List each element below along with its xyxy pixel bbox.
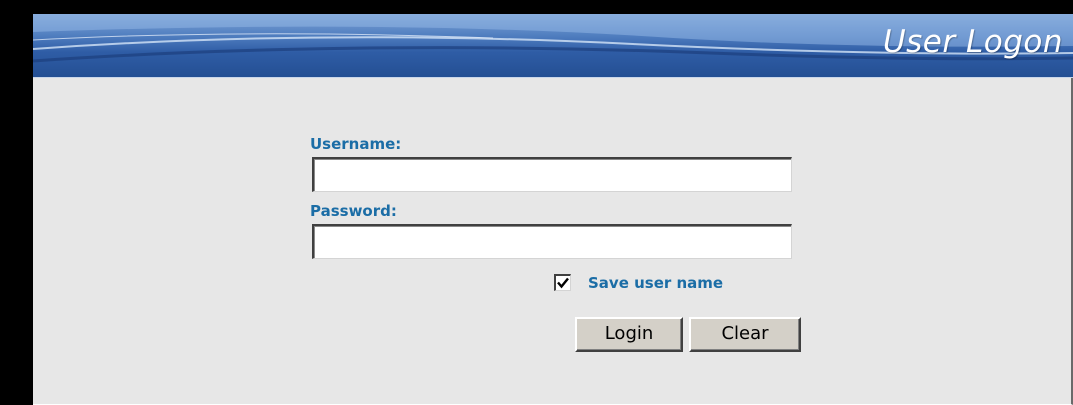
checkmark-icon: [557, 277, 569, 289]
password-input[interactable]: [312, 224, 792, 259]
header-banner: User Logon: [33, 14, 1073, 78]
top-border: [0, 0, 1073, 14]
password-label: Password:: [310, 202, 397, 220]
login-button[interactable]: Login: [575, 317, 683, 352]
clear-button[interactable]: Clear: [689, 317, 801, 352]
save-username-label[interactable]: Save user name: [588, 274, 723, 292]
page-title: User Logon: [882, 24, 1063, 60]
login-screen: User Logon Username: Password: Save user…: [0, 0, 1073, 405]
username-input[interactable]: [312, 157, 792, 192]
left-border: [0, 0, 33, 405]
save-username-checkbox[interactable]: [554, 274, 571, 291]
logon-panel: User Logon Username: Password: Save user…: [33, 14, 1073, 405]
username-label: Username:: [310, 135, 402, 153]
